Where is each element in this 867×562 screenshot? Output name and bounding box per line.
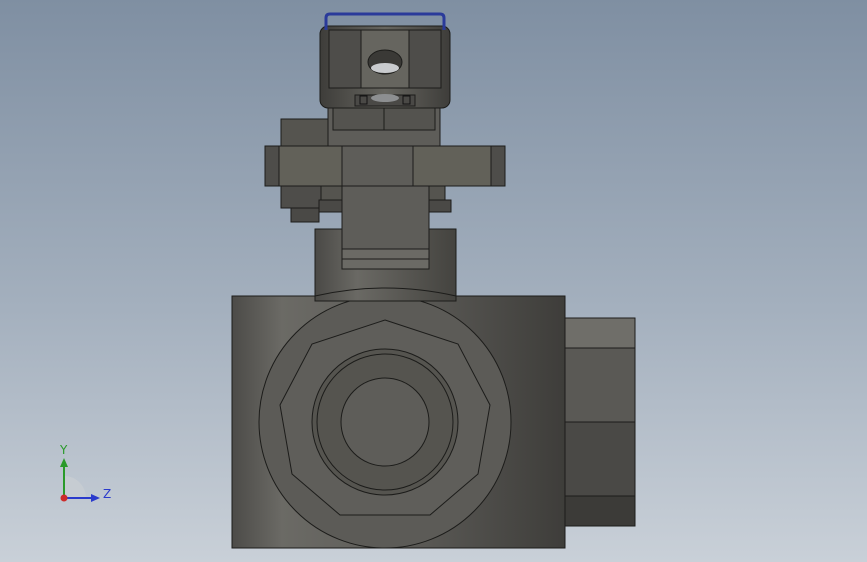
triad-plane (64, 476, 86, 498)
stem-assembly (264, 105, 506, 250)
z-axis-label: Z (103, 487, 111, 501)
y-axis-arrow (60, 458, 68, 467)
front-port (258, 295, 512, 549)
y-axis-label: Y (59, 443, 68, 457)
graphics-viewport[interactable]: Y Z (0, 0, 867, 562)
z-axis-arrow (91, 494, 100, 502)
x-axis-origin (60, 494, 68, 502)
actuator-cap (319, 12, 451, 109)
coordinate-triad: Y Z (59, 443, 111, 502)
ball-valve-model[interactable] (0, 0, 867, 562)
